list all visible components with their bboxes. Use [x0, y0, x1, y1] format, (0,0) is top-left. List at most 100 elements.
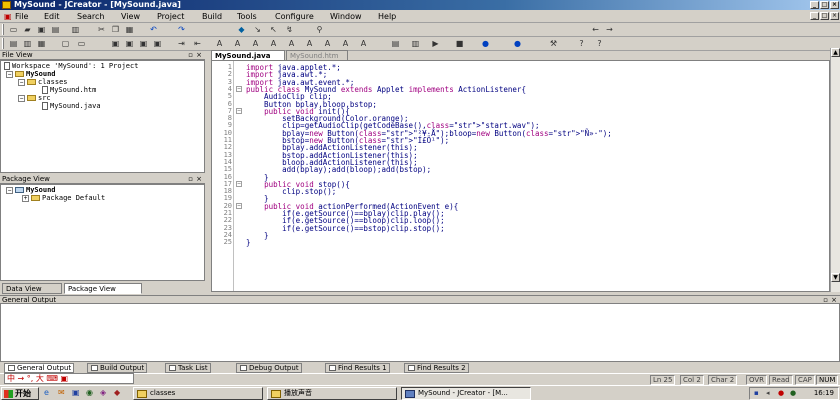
save-icon[interactable]: ▣: [36, 24, 47, 35]
tree-folder-classes[interactable]: − classes: [18, 78, 68, 86]
tree-project[interactable]: − MySound: [6, 70, 56, 78]
doc-restore-button[interactable]: □: [820, 12, 829, 20]
debug-icon[interactable]: ●: [480, 38, 491, 49]
compile-project-icon[interactable]: ▥: [410, 38, 421, 49]
collapse-icon[interactable]: −: [6, 186, 13, 194]
vertical-scrollbar[interactable]: ▲ ▼: [830, 48, 840, 292]
indent-icon[interactable]: ⇥: [176, 38, 187, 49]
bookmark-clear-icon[interactable]: ↯: [284, 24, 295, 35]
help-icon[interactable]: ?: [576, 38, 587, 49]
output-tab-build[interactable]: Build Output: [87, 363, 148, 373]
tray-app-icon[interactable]: ●: [778, 388, 784, 399]
quicklaunch-app2-icon[interactable]: ◆: [114, 388, 120, 397]
undo-icon[interactable]: ↶: [148, 24, 159, 35]
print-icon[interactable]: ▥: [70, 24, 81, 35]
expand-icon[interactable]: +: [22, 194, 29, 202]
tree-workspace[interactable]: Workspace 'MySound': 1 Project: [4, 62, 138, 70]
menu-project[interactable]: Project: [157, 11, 184, 22]
doc-close-button[interactable]: ×: [830, 12, 839, 20]
fold-toggle-icon[interactable]: −: [236, 203, 242, 210]
tray-network-icon[interactable]: ▪: [754, 388, 759, 399]
quicklaunch-app-icon[interactable]: ◈: [100, 388, 106, 397]
window-icon-1[interactable]: ▣: [110, 38, 121, 49]
tree-file-java[interactable]: MySound.java: [42, 102, 101, 110]
format-icon-1[interactable]: A: [214, 38, 225, 49]
format-icon-5[interactable]: A: [286, 38, 297, 49]
taskbar-jcreator[interactable]: MySound - JCreator - [M...: [401, 387, 531, 400]
tab-data-view[interactable]: Data View: [2, 283, 62, 294]
start-button[interactable]: 开始: [1, 387, 39, 400]
output-tab-find2[interactable]: Find Results 2: [404, 363, 469, 373]
minimize-button[interactable]: _: [810, 1, 819, 9]
menu-file[interactable]: File: [15, 11, 28, 22]
tree-folder-src[interactable]: − src: [18, 94, 51, 102]
package-tree-default[interactable]: + Package Default: [22, 194, 105, 202]
package-tree-project[interactable]: − MySound: [6, 186, 56, 194]
output-tab-general[interactable]: General Output: [4, 363, 75, 373]
menu-help[interactable]: Help: [378, 11, 396, 22]
scroll-up-icon[interactable]: ▲: [831, 48, 840, 57]
pin-icon[interactable]: ▫: [188, 51, 193, 60]
copy-icon[interactable]: ❐: [110, 24, 121, 35]
format-icon-3[interactable]: A: [250, 38, 261, 49]
close-button[interactable]: ×: [830, 1, 839, 9]
maximize-button[interactable]: □: [820, 1, 829, 9]
code-editor[interactable]: 1 2 3 4 5 6 7 8 9 10 11 12 13 14 15 16 17 18 19 20 21 22 23 24 2…: [211, 60, 830, 292]
window-icon-2[interactable]: ▣: [124, 38, 135, 49]
menu-configure[interactable]: Configure: [275, 11, 314, 22]
class-view-icon[interactable]: ▦: [36, 38, 47, 49]
format-icon-7[interactable]: A: [322, 38, 333, 49]
pin-icon[interactable]: ▫: [188, 175, 193, 184]
save-all-icon[interactable]: ▤: [50, 24, 61, 35]
open-folder-icon[interactable]: ▰: [22, 24, 33, 35]
bookmark-icon[interactable]: ◆: [236, 24, 247, 35]
tile-icon[interactable]: ▭: [76, 38, 87, 49]
collapse-icon[interactable]: −: [6, 70, 13, 78]
fold-toggle-icon[interactable]: −: [236, 86, 242, 93]
code-line[interactable]: }: [246, 239, 251, 247]
format-icon-9[interactable]: A: [358, 38, 369, 49]
tools-icon[interactable]: ⚒: [548, 38, 559, 49]
output-tab-find1[interactable]: Find Results 1: [325, 363, 390, 373]
format-icon-4[interactable]: A: [268, 38, 279, 49]
fold-toggle-icon[interactable]: −: [236, 108, 242, 115]
collapse-icon[interactable]: −: [18, 94, 25, 102]
compile-file-icon[interactable]: ▤: [390, 38, 401, 49]
output-panel[interactable]: [0, 303, 840, 362]
window-icon-4[interactable]: ▣: [152, 38, 163, 49]
paste-icon[interactable]: ▦: [124, 24, 135, 35]
doc-minimize-button[interactable]: _: [810, 12, 819, 20]
tree-file-htm[interactable]: MySound.htm: [42, 86, 96, 94]
taskbar-classes[interactable]: classes: [133, 387, 263, 400]
bookmark-next-icon[interactable]: ↘: [252, 24, 263, 35]
format-icon-6[interactable]: A: [304, 38, 315, 49]
collapse-icon[interactable]: −: [18, 78, 25, 86]
window-icon-3[interactable]: ▣: [138, 38, 149, 49]
quicklaunch-desktop-icon[interactable]: ▣: [72, 388, 80, 397]
tab-package-view[interactable]: Package View: [64, 283, 142, 294]
context-help-icon[interactable]: ?: [594, 38, 605, 49]
output-tab-tasklist[interactable]: Task List: [165, 363, 211, 373]
quicklaunch-outlook-icon[interactable]: ✉: [58, 388, 65, 397]
forward-icon[interactable]: →: [604, 24, 615, 35]
fold-toggle-icon[interactable]: −: [236, 181, 242, 188]
document-icon[interactable]: ▣: [4, 11, 12, 22]
taskbar-player[interactable]: 播放声音: [267, 387, 397, 400]
format-icon-2[interactable]: A: [232, 38, 243, 49]
stop-icon[interactable]: ■: [454, 38, 465, 49]
tray-volume-icon[interactable]: ◂: [766, 388, 770, 399]
menu-build[interactable]: Build: [202, 11, 222, 22]
format-icon-8[interactable]: A: [340, 38, 351, 49]
find-icon[interactable]: ⚲: [314, 24, 325, 35]
menu-window[interactable]: Window: [330, 11, 362, 22]
menu-search[interactable]: Search: [77, 11, 104, 22]
menu-view[interactable]: View: [121, 11, 140, 22]
panel-close-icon[interactable]: ×: [196, 51, 202, 60]
debug-step-icon[interactable]: ●: [512, 38, 523, 49]
code-line[interactable]: if(e.getSource()==bstop)clip.stop();: [246, 224, 445, 232]
tray-app2-icon[interactable]: ●: [790, 388, 796, 399]
ime-toolbar[interactable]: 中 → °, 大 ⌨ ▣: [4, 373, 134, 384]
cut-icon[interactable]: ✂: [96, 24, 107, 35]
back-icon[interactable]: ←: [590, 24, 601, 35]
output-window-icon[interactable]: ▥: [22, 38, 33, 49]
